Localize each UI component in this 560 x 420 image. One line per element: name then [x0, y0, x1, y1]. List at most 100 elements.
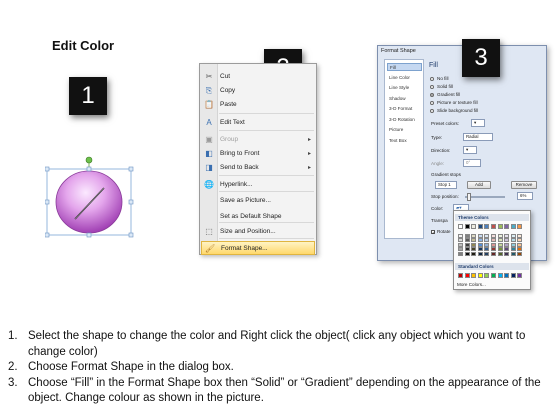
color-swatch[interactable]	[458, 224, 463, 229]
color-swatch[interactable]	[477, 242, 483, 247]
category-picture[interactable]: Picture	[387, 126, 422, 134]
radio-slide-background-fill[interactable]: Slide background fill	[430, 107, 478, 114]
color-swatch[interactable]	[464, 224, 470, 229]
color-swatch[interactable]	[517, 242, 523, 247]
color-swatch[interactable]	[504, 242, 510, 247]
color-swatch[interactable]	[517, 238, 523, 243]
color-swatch[interactable]	[477, 247, 483, 252]
color-swatch[interactable]	[517, 251, 523, 256]
color-swatch[interactable]	[458, 273, 463, 278]
color-swatch[interactable]	[497, 224, 503, 229]
menu-item-paste[interactable]: 📋 Paste	[201, 98, 315, 112]
color-swatch[interactable]	[464, 242, 470, 247]
color-swatch[interactable]	[517, 224, 523, 229]
menu-item-set-as-default-shape[interactable]: Set as Default Shape	[201, 210, 315, 224]
color-swatch[interactable]	[510, 238, 516, 243]
color-swatch[interactable]	[458, 247, 463, 252]
category-3-d-format[interactable]: 3-D Format	[387, 105, 422, 113]
menu-item-bring-to-front[interactable]: ◧ Bring to Front ▸	[201, 147, 315, 161]
color-swatch[interactable]	[504, 247, 510, 252]
radio-no-fill[interactable]: No fill	[430, 75, 449, 82]
color-swatch[interactable]	[458, 242, 463, 247]
color-swatch[interactable]	[477, 234, 483, 238]
direction-dropdown[interactable]: ▾	[463, 146, 477, 154]
color-swatch[interactable]	[471, 234, 477, 238]
stop-position-slider[interactable]	[465, 193, 505, 201]
color-swatch[interactable]	[458, 238, 463, 243]
menu-item-format-shape[interactable]: 🖌 Format Shape...	[201, 241, 315, 255]
color-swatch[interactable]	[471, 224, 477, 229]
color-swatch[interactable]	[490, 234, 496, 238]
color-swatch[interactable]	[484, 238, 490, 243]
color-swatch[interactable]	[510, 242, 516, 247]
color-swatch[interactable]	[497, 273, 503, 278]
radio-picture-or-texture-fill[interactable]: Picture or texture fill	[430, 99, 478, 106]
color-swatch[interactable]	[510, 251, 516, 256]
color-swatch[interactable]	[484, 224, 490, 229]
color-swatch[interactable]	[490, 242, 496, 247]
preset-colors-dropdown[interactable]: ▾	[471, 119, 485, 127]
menu-item-edit-text[interactable]: A Edit Text	[201, 116, 315, 130]
stop-dropdown[interactable]: Stop 1	[435, 181, 457, 189]
color-swatch[interactable]	[504, 251, 510, 256]
color-swatch[interactable]	[497, 247, 503, 252]
menu-item-send-to-back[interactable]: ◨ Send to Back ▸	[201, 161, 315, 175]
category-shadow[interactable]: Shadow	[387, 95, 422, 103]
color-swatch[interactable]	[458, 251, 463, 256]
menu-item-size-and-position[interactable]: ⬚ Size and Position...	[201, 225, 315, 239]
color-swatch[interactable]	[490, 224, 496, 229]
color-swatch[interactable]	[471, 251, 477, 256]
color-swatch[interactable]	[490, 247, 496, 252]
color-swatch[interactable]	[471, 247, 477, 252]
color-swatch[interactable]	[477, 238, 483, 243]
color-swatch[interactable]	[490, 238, 496, 243]
color-swatch[interactable]	[471, 273, 477, 278]
color-swatch[interactable]	[510, 224, 516, 229]
color-swatch[interactable]	[497, 234, 503, 238]
color-swatch[interactable]	[471, 238, 477, 243]
color-swatch[interactable]	[497, 242, 503, 247]
category-line-color[interactable]: Line Color	[387, 74, 422, 82]
color-swatch[interactable]	[464, 238, 470, 243]
rotate-checkbox[interactable]: ✓	[431, 230, 435, 235]
menu-item-copy[interactable]: ⎘ Copy	[201, 84, 315, 98]
color-swatch[interactable]	[510, 234, 516, 238]
menu-item-cut[interactable]: ✂ Cut	[201, 70, 315, 84]
color-swatch[interactable]	[484, 242, 490, 247]
slider-thumb[interactable]	[467, 193, 471, 201]
category-fill[interactable]: Fill	[387, 63, 422, 71]
color-swatch[interactable]	[484, 273, 490, 278]
radio-solid-fill[interactable]: Solid fill	[430, 83, 453, 90]
radio-gradient-fill[interactable]: Gradient fill	[430, 91, 460, 98]
more-colors-link[interactable]: More Colors...	[457, 282, 486, 287]
color-swatch[interactable]	[477, 224, 483, 229]
color-swatch[interactable]	[484, 247, 490, 252]
category-text-box[interactable]: Text Box	[387, 137, 422, 145]
color-swatch[interactable]	[510, 273, 516, 278]
color-swatch[interactable]	[464, 273, 470, 278]
menu-item-hyperlink[interactable]: 🌐 Hyperlink...	[201, 178, 315, 192]
angle-input[interactable]: 0°	[463, 159, 481, 167]
remove-stop-button[interactable]: Remove	[511, 181, 537, 189]
color-swatch[interactable]	[471, 242, 477, 247]
color-swatch[interactable]	[510, 247, 516, 252]
menu-item-save-as-picture[interactable]: Save as Picture...	[201, 194, 315, 208]
color-swatch[interactable]	[464, 247, 470, 252]
color-swatch[interactable]	[504, 234, 510, 238]
color-swatch[interactable]	[517, 234, 523, 238]
color-swatch[interactable]	[517, 247, 523, 252]
color-swatch[interactable]	[517, 273, 523, 278]
color-swatch[interactable]	[504, 224, 510, 229]
color-swatch[interactable]	[464, 251, 470, 256]
color-swatch[interactable]	[477, 273, 483, 278]
stop-position-input[interactable]: 6%	[517, 192, 533, 200]
color-swatch[interactable]	[504, 238, 510, 243]
type-dropdown[interactable]: Radial	[463, 133, 493, 141]
selected-ellipse-shape[interactable]	[44, 155, 135, 240]
color-swatch[interactable]	[497, 251, 503, 256]
color-swatch[interactable]	[477, 251, 483, 256]
color-swatch[interactable]	[490, 251, 496, 256]
color-swatch[interactable]	[484, 251, 490, 256]
color-swatch[interactable]	[504, 273, 510, 278]
color-swatch[interactable]	[490, 273, 496, 278]
